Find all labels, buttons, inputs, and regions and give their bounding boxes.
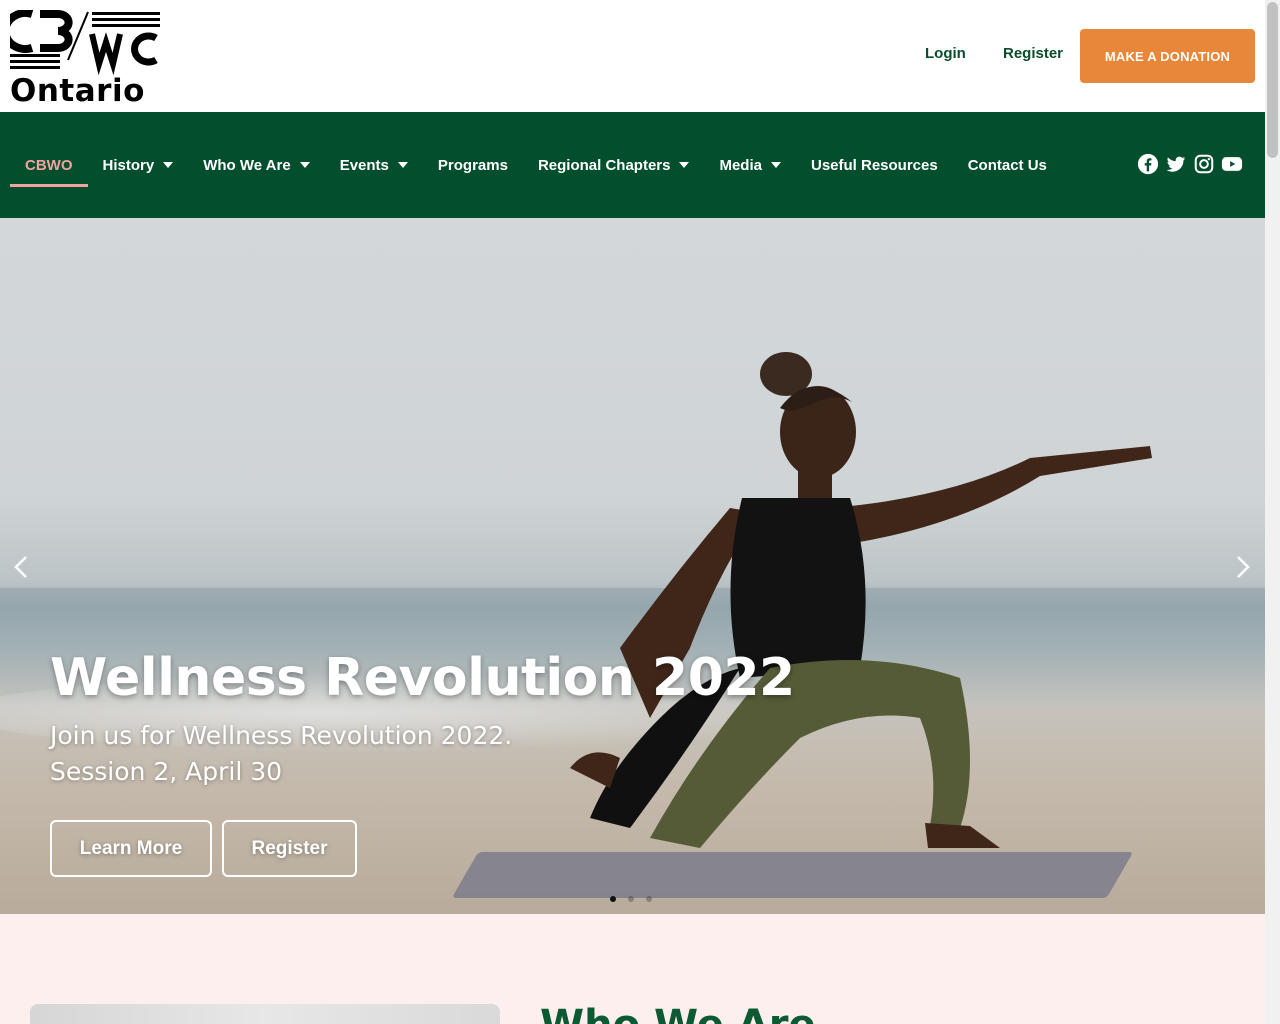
nav-item-label: Programs xyxy=(437,156,508,174)
scrollbar-thumb[interactable] xyxy=(1267,2,1278,158)
slide-description-line: Join us for Wellness Revolution 2022. xyxy=(50,721,513,750)
nav-item-label: Contact Us xyxy=(967,156,1047,174)
vertical-scrollbar[interactable] xyxy=(1265,0,1280,1024)
slider-dot[interactable] xyxy=(628,896,634,902)
nav-item-regional-chapters[interactable]: Regional Chapters xyxy=(523,112,705,218)
nav-menu: CBWO History Who We Are Events Programs … xyxy=(10,112,1062,218)
nav-item-who-we-are[interactable]: Who We Are xyxy=(188,112,325,218)
who-we-are-section: Who We Are xyxy=(0,914,1265,1024)
slider-dot[interactable] xyxy=(610,896,616,902)
nav-item-contact-us[interactable]: Contact Us xyxy=(953,112,1062,218)
nav-item-label: Regional Chapters xyxy=(537,156,671,174)
nav-item-label: Who We Are xyxy=(203,156,291,174)
social-links xyxy=(1131,153,1243,175)
hero-slider: Wellness Revolution 2022 Join us for Wel… xyxy=(0,218,1265,914)
slide-description-line: Session 2, April 30 xyxy=(50,757,283,786)
hero-register-button[interactable]: Register xyxy=(222,820,357,877)
nav-item-label: Media xyxy=(719,156,762,174)
slide-title: Wellness Revolution 2022 xyxy=(50,648,795,708)
login-link[interactable]: Login xyxy=(925,45,966,62)
slide-description: Join us for Wellness Revolution 2022. Se… xyxy=(50,718,650,790)
twitter-icon[interactable] xyxy=(1165,153,1187,175)
slider-dot[interactable] xyxy=(646,896,652,902)
site-header: Ontario Login Register MAKE A DONATION xyxy=(0,0,1265,112)
youtube-icon[interactable] xyxy=(1221,153,1243,175)
caret-down-icon xyxy=(163,162,174,168)
svg-text:Ontario: Ontario xyxy=(10,73,145,104)
caret-down-icon xyxy=(299,162,310,168)
about-image xyxy=(30,1004,500,1024)
caret-down-icon xyxy=(679,162,690,168)
nav-item-label: Useful Resources xyxy=(810,156,938,174)
caret-down-icon xyxy=(397,162,408,168)
cbwc-ontario-logo: Ontario xyxy=(10,10,160,104)
nav-item-cbwo[interactable]: CBWO xyxy=(10,112,88,218)
slider-pagination xyxy=(610,896,664,902)
site-logo[interactable]: Ontario xyxy=(10,10,162,104)
nav-item-media[interactable]: Media xyxy=(704,112,796,218)
main-navigation: CBWO History Who We Are Events Programs … xyxy=(0,112,1265,218)
register-link[interactable]: Register xyxy=(1003,45,1063,62)
slider-prev-chevron-left-icon[interactable] xyxy=(12,555,32,579)
nav-item-events[interactable]: Events xyxy=(325,112,423,218)
slider-next-chevron-right-icon[interactable] xyxy=(1232,555,1252,579)
facebook-icon[interactable] xyxy=(1137,153,1159,175)
nav-item-label: Events xyxy=(339,156,389,174)
nav-item-programs[interactable]: Programs xyxy=(423,112,523,218)
nav-item-label: CBWO xyxy=(25,156,73,174)
nav-item-history[interactable]: History xyxy=(88,112,189,218)
learn-more-button[interactable]: Learn More xyxy=(50,820,212,877)
section-title: Who We Are xyxy=(540,1002,816,1024)
nav-item-label: History xyxy=(102,156,155,174)
make-donation-button[interactable]: MAKE A DONATION xyxy=(1080,29,1255,83)
nav-item-useful-resources[interactable]: Useful Resources xyxy=(796,112,953,218)
caret-down-icon xyxy=(770,162,781,168)
instagram-icon[interactable] xyxy=(1193,153,1215,175)
page: Ontario Login Register MAKE A DONATION C… xyxy=(0,0,1265,1024)
hero-image-yoga-woman xyxy=(530,348,1170,908)
